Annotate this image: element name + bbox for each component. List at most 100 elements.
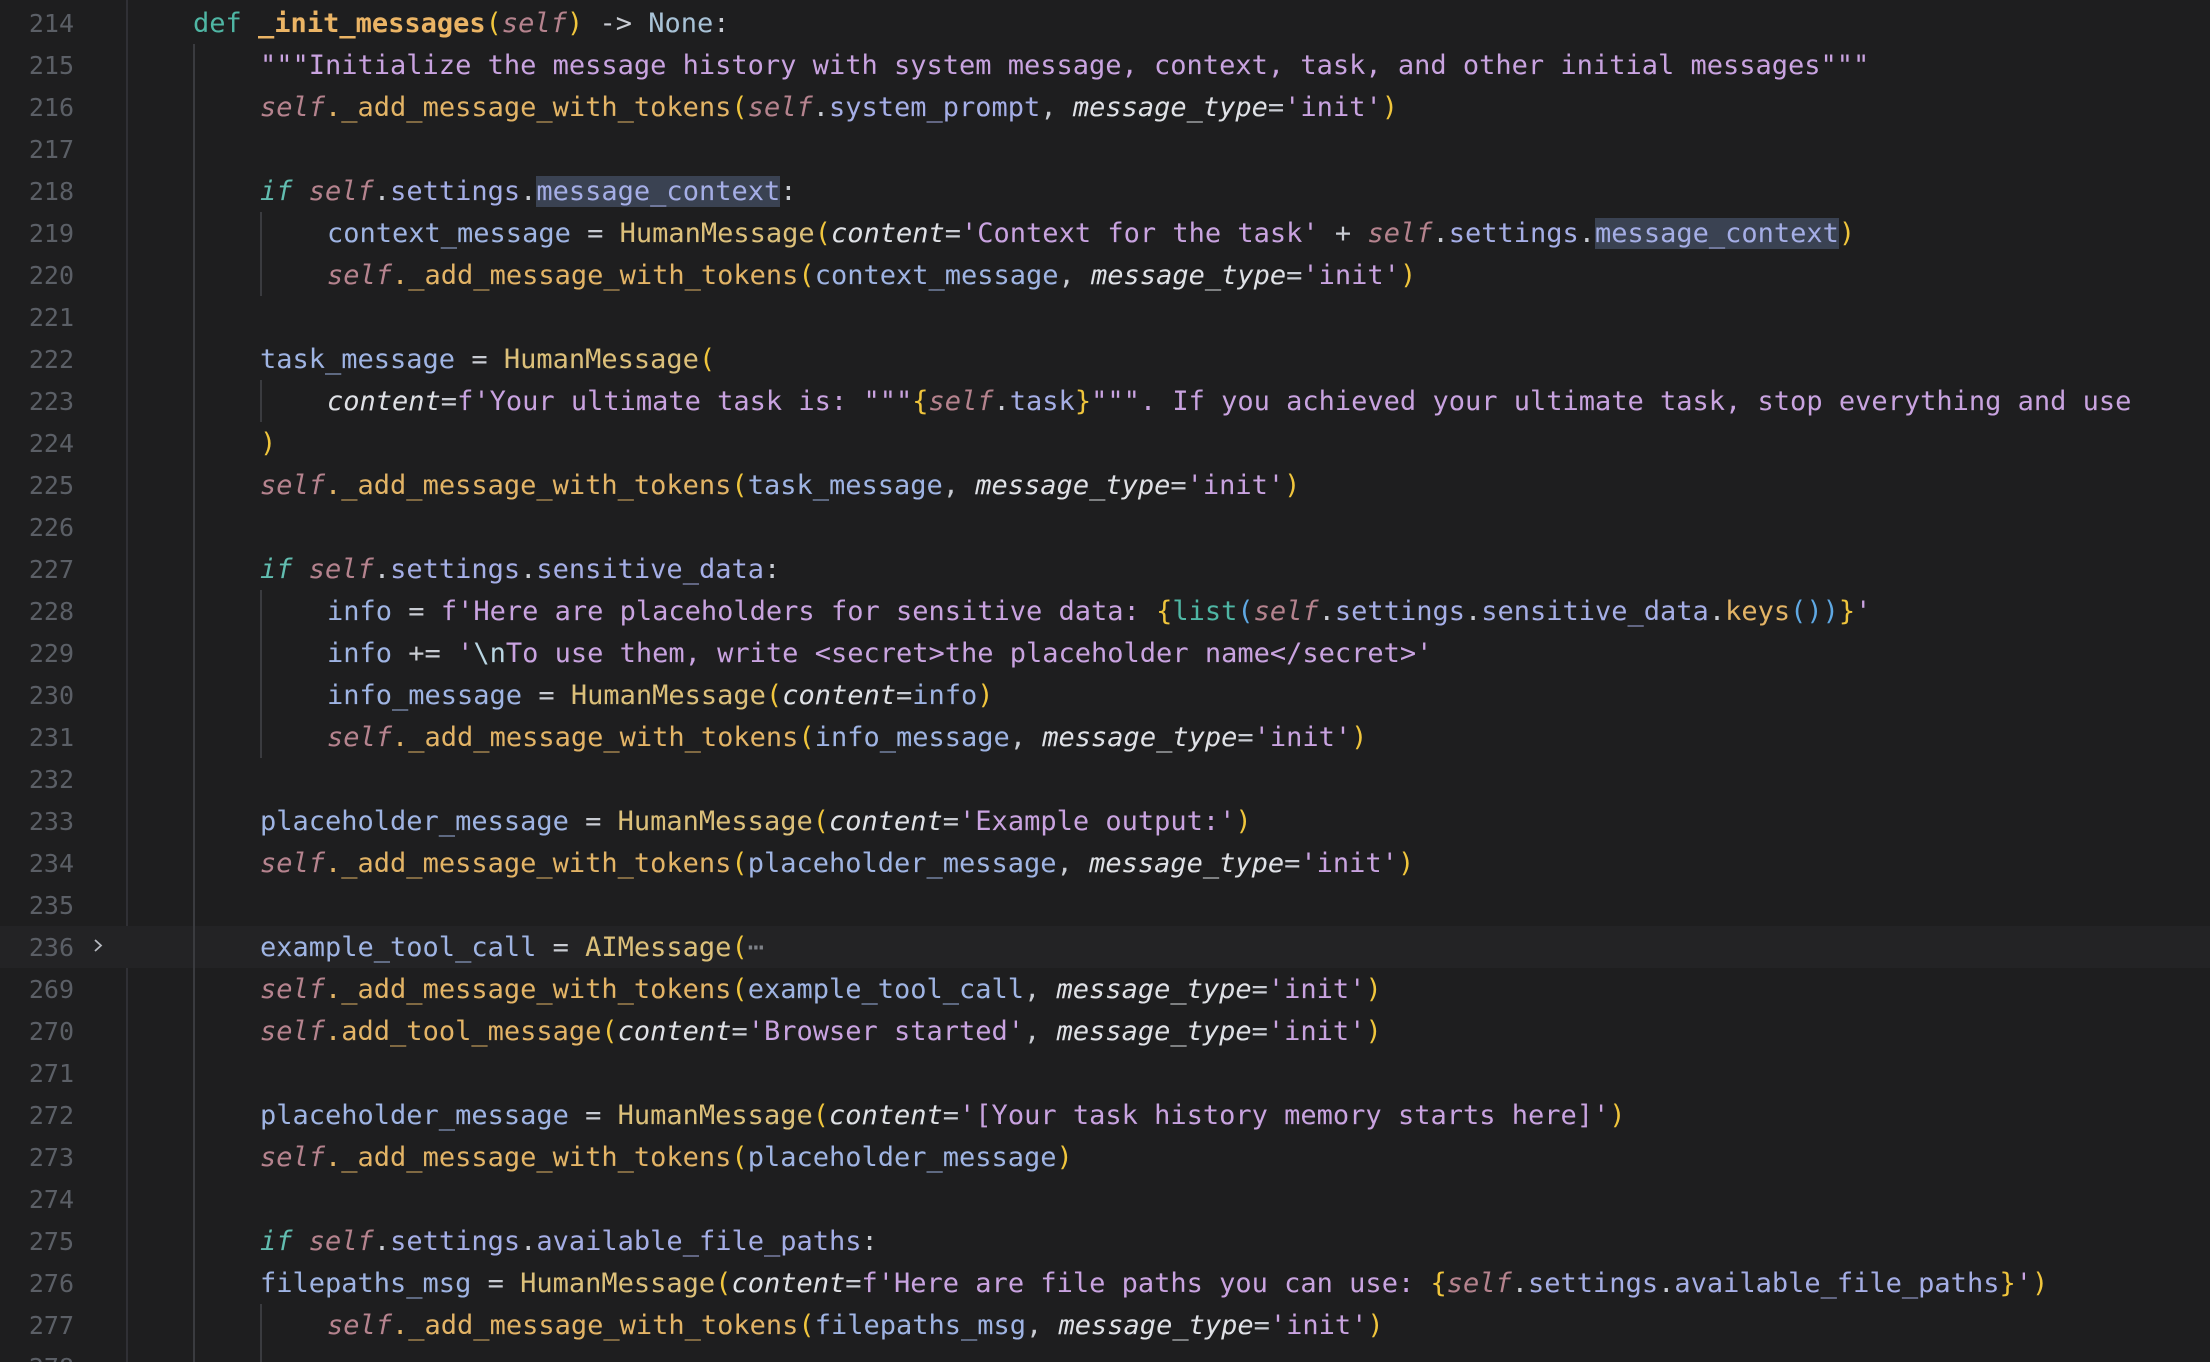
code-token: \n [473, 638, 506, 669]
code-text[interactable]: info += '\nTo use them, write <secret>th… [327, 639, 1432, 669]
code-text[interactable]: task_message = HumanMessage( [260, 345, 715, 375]
code-line[interactable]: 234 self._add_message_with_tokens(placeho… [0, 842, 2210, 884]
code-line[interactable]: 270 self.add_tool_message(content='Browse… [0, 1010, 2210, 1052]
code-line[interactable]: 275 if self.settings.available_file_paths… [0, 1220, 2210, 1262]
code-line[interactable]: 223 content=f'Your ultimate task is: """{… [0, 380, 2210, 422]
code-line[interactable]: 274 [0, 1178, 2210, 1220]
code-line[interactable]: 235 [0, 884, 2210, 926]
line-number: 216 [28, 93, 74, 122]
code-text[interactable]: self._add_message_with_tokens(example_to… [260, 975, 1382, 1005]
code-token: settings [390, 1226, 521, 1257]
code-line[interactable]: 226 [0, 506, 2210, 548]
code-line[interactable]: 229 info += '\nTo use them, write <secret… [0, 632, 2210, 674]
code-token: ) [260, 428, 277, 459]
code-line[interactable]: 233 placeholder_message = HumanMessage(co… [0, 800, 2210, 842]
code-token: + [1318, 218, 1368, 249]
code-token: message_type [1072, 92, 1268, 123]
code-line[interactable]: 221 [0, 296, 2210, 338]
code-line[interactable]: 276 filepaths_msg = HumanMessage(content=… [0, 1262, 2210, 1304]
code-token: ._add_message_with_tokens [325, 470, 732, 501]
code-line[interactable]: 214 def _init_messages(self) -> None: [0, 2, 2210, 44]
code-token: ) [1609, 1100, 1626, 1131]
code-token: content [731, 1268, 846, 1299]
code-text[interactable]: ) [260, 429, 276, 459]
code-line[interactable]: 272 placeholder_message = HumanMessage(co… [0, 1094, 2210, 1136]
code-line[interactable]: 216 self._add_message_with_tokens(self.sy… [0, 86, 2210, 128]
indent-guide [260, 590, 262, 758]
indent-guide [193, 44, 195, 1362]
code-token: ) [1056, 1142, 1073, 1173]
code-line[interactable]: 224) [0, 422, 2210, 464]
code-token: settings [1528, 1268, 1659, 1299]
ellipsis-icon[interactable]: ⋯ [748, 932, 764, 963]
code-line[interactable]: 232 [0, 758, 2210, 800]
code-line[interactable]: 278 [0, 1346, 2210, 1362]
code-text[interactable]: if self.settings.available_file_paths: [260, 1227, 878, 1257]
code-token: HumanMessage [617, 806, 813, 837]
code-line[interactable]: 225 self._add_message_with_tokens(task_me… [0, 464, 2210, 506]
code-line[interactable]: 231 self._add_message_with_tokens(info_me… [0, 716, 2210, 758]
code-line[interactable]: 273 self._add_message_with_tokens(placeho… [0, 1136, 2210, 1178]
code-line[interactable]: 277 self._add_message_with_tokens(filepat… [0, 1304, 2210, 1346]
code-token: placeholder_message [260, 1100, 569, 1131]
code-text[interactable]: self.add_tool_message(content='Browser s… [260, 1017, 1382, 1047]
code-text[interactable]: self._add_message_with_tokens(self.syste… [260, 93, 1398, 123]
code-text[interactable]: def _init_messages(self) -> None: [193, 9, 730, 39]
code-line[interactable]: 271 [0, 1052, 2210, 1094]
code-text[interactable]: content=f'Your ultimate task is: """{sel… [327, 387, 2131, 417]
code-line[interactable]: 227 if self.settings.sensitive_data: [0, 548, 2210, 590]
code-line[interactable]: 217 [0, 128, 2210, 170]
code-text[interactable]: self._add_message_with_tokens(placeholde… [260, 1143, 1073, 1173]
indent-guide [260, 212, 262, 296]
code-text[interactable]: filepaths_msg = HumanMessage(content=f'H… [260, 1269, 2048, 1299]
code-token: = [944, 218, 962, 249]
code-token: ( [798, 722, 815, 753]
code-line[interactable]: 215 """Initialize the message history wit… [0, 44, 2210, 86]
code-token: """Initialize the message history with s… [260, 50, 1870, 81]
code-token: self [260, 848, 326, 879]
code-text[interactable]: if self.settings.message_context: [260, 176, 797, 207]
code-line[interactable]: 219 context_message = HumanMessage(conten… [0, 212, 2210, 254]
code-text[interactable]: placeholder_message = HumanMessage(conte… [260, 1101, 1626, 1131]
code-text[interactable]: self._add_message_with_tokens(context_me… [327, 261, 1416, 291]
code-text[interactable]: self._add_message_with_tokens(info_messa… [327, 723, 1367, 753]
code-text[interactable]: placeholder_message = HumanMessage(conte… [260, 807, 1252, 837]
code-editor[interactable]: 214 def _init_messages(self) -> None: 215 "… [0, 0, 2210, 1362]
code-token: ) [1399, 260, 1417, 291]
code-token: = [522, 680, 571, 711]
line-number: 231 [28, 723, 74, 752]
code-token: self [308, 554, 374, 585]
code-token: , [1024, 974, 1057, 1005]
code-text[interactable]: info_message = HumanMessage(content=info… [327, 681, 994, 711]
code-text[interactable]: if self.settings.sensitive_data: [260, 555, 780, 585]
code-line[interactable]: 236 example_tool_call = AIMessage(⋯ [0, 926, 2210, 968]
code-line[interactable]: 220 self._add_message_with_tokens(context… [0, 254, 2210, 296]
code-text[interactable]: self._add_message_with_tokens(placeholde… [260, 849, 1414, 879]
code-line[interactable]: 218 if self.settings.message_context: [0, 170, 2210, 212]
code-token: message_type [1091, 260, 1287, 291]
code-line[interactable]: 269 self._add_message_with_tokens(example… [0, 968, 2210, 1010]
code-token: content [782, 680, 896, 711]
code-text[interactable]: self._add_message_with_tokens(filepaths_… [327, 1311, 1384, 1341]
line-number: 230 [28, 681, 74, 710]
chevron-right-icon[interactable] [92, 939, 105, 952]
code-text[interactable]: self._add_message_with_tokens(task_messa… [260, 471, 1300, 501]
code-line[interactable]: 230 info_message = HumanMessage(content=i… [0, 674, 2210, 716]
code-text[interactable]: context_message = HumanMessage(content='… [327, 218, 1855, 249]
code-token: ' [2015, 1268, 2032, 1299]
code-token: content [617, 1016, 732, 1047]
code-token: : [780, 176, 797, 207]
code-token: available_file_paths [1674, 1268, 2000, 1299]
code-text[interactable]: info = f'Here are placeholders for sensi… [327, 597, 1871, 627]
code-token: = [568, 806, 618, 837]
code-token: ._add_message_with_tokens [325, 92, 732, 123]
code-token: = [731, 1016, 748, 1047]
code-text[interactable]: example_tool_call = AIMessage(⋯ [260, 933, 764, 963]
code-token: HumanMessage [520, 1268, 716, 1299]
code-text[interactable]: """Initialize the message history with s… [260, 51, 1869, 81]
code-token: ( [698, 344, 716, 375]
code-token: self [308, 176, 374, 207]
code-line[interactable]: 222 task_message = HumanMessage( [0, 338, 2210, 380]
code-token: self [260, 1142, 326, 1173]
code-line[interactable]: 228 info = f'Here are placeholders for se… [0, 590, 2210, 632]
